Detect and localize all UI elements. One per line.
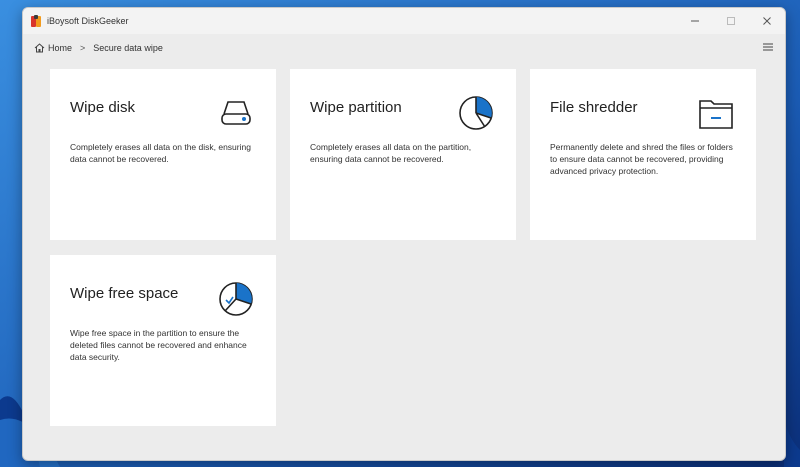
- maximize-icon: [727, 17, 735, 25]
- breadcrumb: Home > Secure data wipe: [23, 38, 785, 58]
- minimize-button[interactable]: [677, 8, 713, 34]
- close-button[interactable]: [749, 8, 785, 34]
- wipe-partition-card[interactable]: Wipe partition Completely erases all dat…: [290, 69, 516, 240]
- card-description: Completely erases all data on the disk, …: [70, 142, 251, 164]
- partition-pie-icon: [456, 93, 496, 133]
- app-logo-icon: [31, 14, 42, 28]
- card-description: Permanently delete and shred the files o…: [550, 142, 733, 176]
- card-description: Completely erases all data on the partit…: [310, 142, 472, 164]
- breadcrumb-home[interactable]: Home: [34, 43, 72, 53]
- app-title: iBoysoft DiskGeeker: [47, 16, 129, 26]
- app-window: iBoysoft DiskGeeker Home > Secure data w…: [22, 7, 786, 461]
- maximize-button[interactable]: [713, 8, 749, 34]
- breadcrumb-home-label: Home: [48, 43, 73, 53]
- hamburger-menu-icon: [763, 43, 773, 51]
- title-bar: iBoysoft DiskGeeker: [23, 8, 785, 34]
- file-shredder-card[interactable]: File shredder Permanently delete and shr…: [530, 69, 756, 240]
- disk-drive-icon: [216, 93, 256, 133]
- home-icon: [34, 43, 45, 53]
- card-title: Wipe partition: [310, 99, 402, 116]
- breadcrumb-separator: >: [80, 43, 86, 53]
- window-controls: [677, 8, 785, 34]
- card-title: Wipe disk: [70, 99, 136, 116]
- wipe-disk-card[interactable]: Wipe disk Completely erases all data on …: [50, 69, 276, 240]
- card-title: File shredder: [550, 99, 638, 116]
- folder-minus-icon: [696, 93, 736, 133]
- close-icon: [763, 17, 771, 25]
- wipe-free-space-card[interactable]: Wipe free space Wipe free space in the p…: [50, 255, 276, 426]
- menu-button[interactable]: [761, 40, 775, 54]
- free-space-check-icon: [216, 279, 256, 319]
- card-description: Wipe free space in the partition to ensu…: [70, 328, 247, 362]
- breadcrumb-current: Secure data wipe: [93, 43, 163, 53]
- card-title: Wipe free space: [70, 285, 179, 302]
- minimize-icon: [691, 20, 699, 22]
